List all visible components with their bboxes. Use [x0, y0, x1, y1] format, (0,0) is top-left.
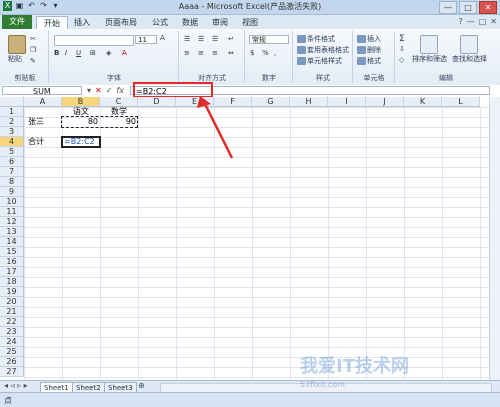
- watermark-logo: 我爱IT技术网: [300, 356, 409, 377]
- status-bar: 点: [0, 392, 500, 407]
- annotation-arrow: [197, 96, 234, 159]
- watermark-url: 52fixit.com: [300, 380, 345, 389]
- status-mode: 点: [4, 396, 12, 405]
- arrow-head: [197, 96, 211, 108]
- arrow-shaft: [203, 103, 234, 159]
- sheet-nav-icon[interactable]: ◂ ◃ ▹ ▸: [4, 381, 28, 390]
- new-sheet-icon[interactable]: ⊕: [138, 381, 145, 390]
